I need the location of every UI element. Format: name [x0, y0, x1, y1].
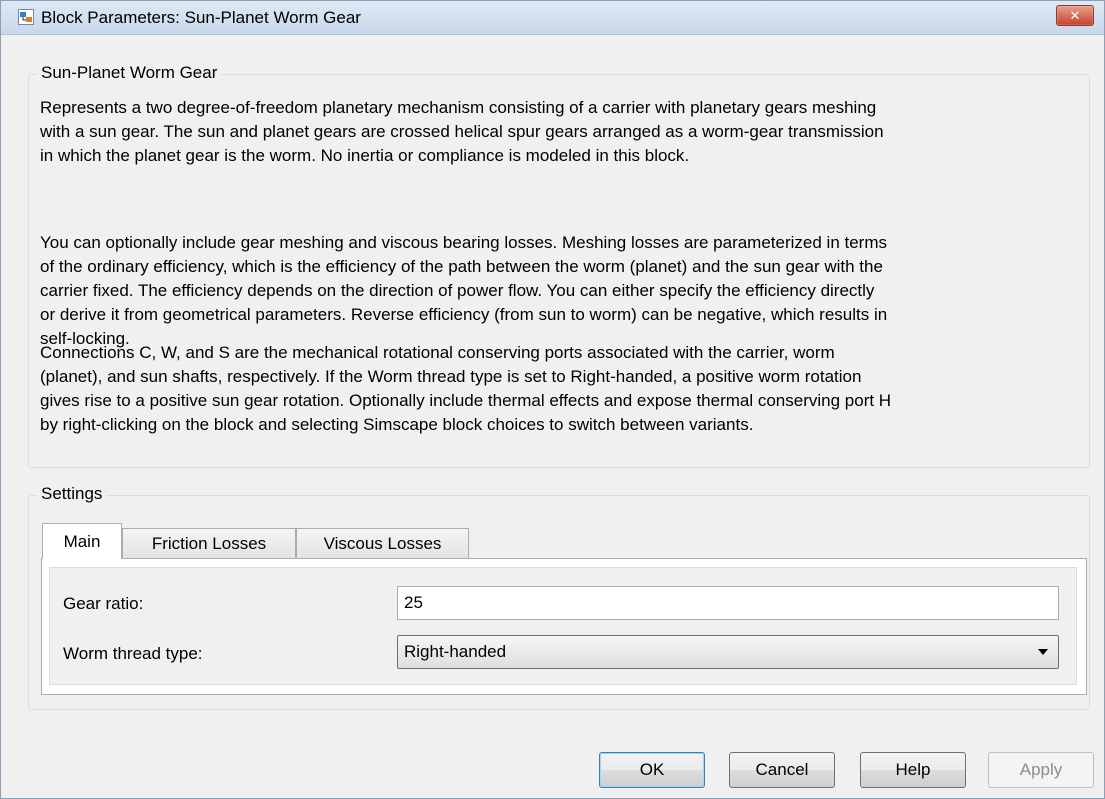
- description-line: of the ordinary efficiency, which is the…: [40, 257, 883, 276]
- gear-ratio-value: 25: [404, 593, 423, 612]
- description-paragraph-1: Represents a two degree-of-freedom plane…: [40, 96, 1080, 168]
- simulink-block-icon: [18, 9, 34, 25]
- cancel-button[interactable]: Cancel: [729, 752, 835, 788]
- worm-thread-type-select[interactable]: Right-handed: [397, 635, 1059, 669]
- close-icon: ✕: [1069, 7, 1081, 23]
- help-button[interactable]: Help: [860, 752, 966, 788]
- chevron-down-icon[interactable]: [1038, 649, 1048, 655]
- tab-viscous-losses[interactable]: Viscous Losses: [296, 528, 469, 558]
- settings-group-title: Settings: [37, 484, 107, 504]
- gear-ratio-label: Gear ratio:: [63, 594, 144, 613]
- tab-label: Main: [63, 531, 101, 551]
- description-line: by right-clicking on the block and selec…: [40, 415, 754, 434]
- description-line: or derive it from geometrical parameters…: [40, 305, 888, 324]
- tab-label: Viscous Losses: [323, 533, 442, 553]
- description-paragraph-2: You can optionally include gear meshing …: [40, 231, 1080, 351]
- description-group-title: Sun-Planet Worm Gear: [37, 63, 222, 83]
- apply-button-label: Apply: [1019, 760, 1063, 779]
- description-line: Connections C, W, and S are the mechanic…: [40, 343, 835, 362]
- gear-ratio-input[interactable]: 25: [397, 586, 1059, 620]
- description-line: (planet), and sun shafts, respectively. …: [40, 367, 862, 386]
- ok-button-label: OK: [639, 760, 665, 779]
- worm-thread-type-label: Worm thread type:: [63, 644, 203, 663]
- description-line: You can optionally include gear meshing …: [40, 233, 888, 252]
- window-title: Block Parameters: Sun-Planet Worm Gear: [41, 8, 361, 27]
- tab-label: Friction Losses: [151, 533, 267, 553]
- description-line: Represents a two degree-of-freedom plane…: [40, 98, 877, 117]
- close-button[interactable]: ✕: [1056, 5, 1094, 26]
- ok-button[interactable]: OK: [599, 752, 705, 788]
- tab-friction-losses[interactable]: Friction Losses: [122, 528, 296, 558]
- title-bar[interactable]: Block Parameters: Sun-Planet Worm Gear ✕: [1, 1, 1104, 35]
- description-paragraph-3: Connections C, W, and S are the mechanic…: [40, 341, 1080, 437]
- dialog-window: Block Parameters: Sun-Planet Worm Gear ✕…: [0, 0, 1105, 799]
- description-line: gives rise to a positive sun gear rotati…: [40, 391, 892, 410]
- description-line: in which the planet gear is the worm. No…: [40, 146, 690, 165]
- cancel-button-label: Cancel: [755, 760, 809, 779]
- apply-button[interactable]: Apply: [988, 752, 1094, 788]
- help-button-label: Help: [895, 760, 931, 779]
- tab-main[interactable]: Main: [42, 523, 122, 559]
- worm-thread-type-value: Right-handed: [404, 642, 507, 661]
- description-line: with a sun gear. The sun and planet gear…: [40, 122, 884, 141]
- description-line: carrier fixed. The efficiency depends on…: [40, 281, 875, 300]
